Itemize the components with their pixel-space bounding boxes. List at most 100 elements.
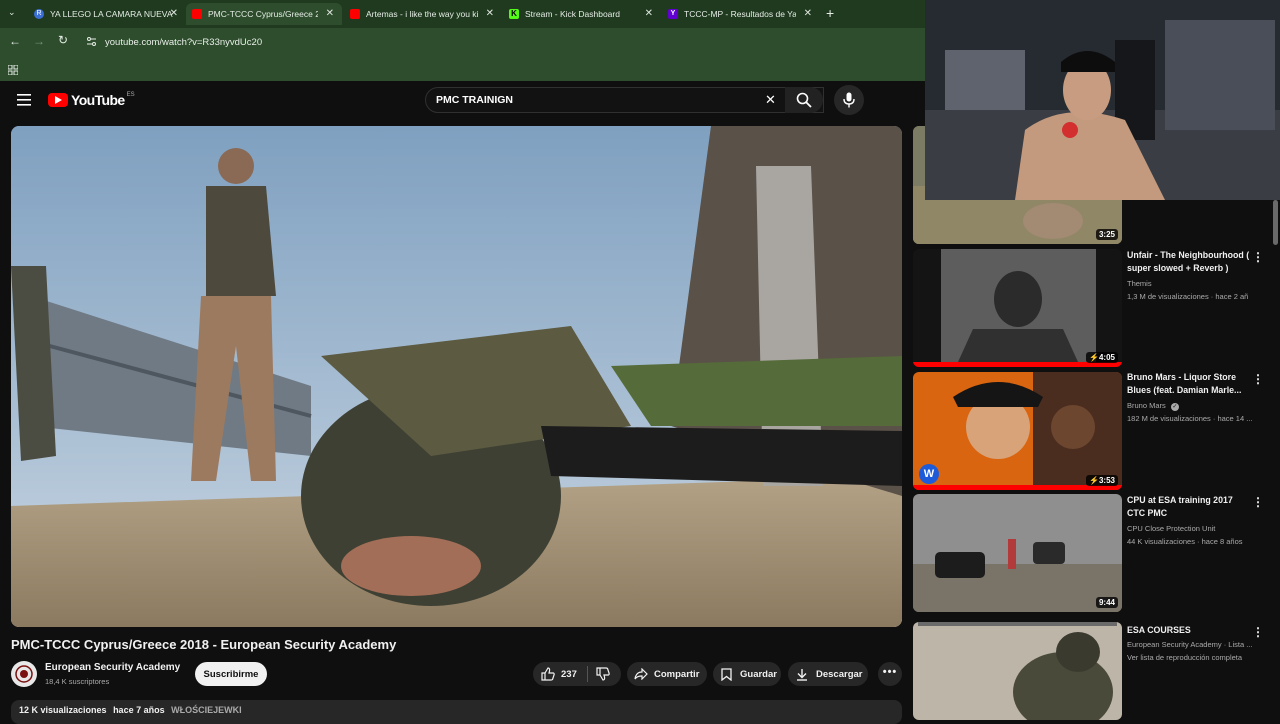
save-button[interactable]: Guardar: [713, 662, 781, 686]
thumbnail-image: [913, 249, 1122, 367]
tab-close-icon[interactable]: ✕: [804, 8, 812, 19]
youtube-favicon-icon: [192, 9, 202, 19]
duration-badge: ⚡4:05: [1086, 352, 1118, 363]
tab-2-active[interactable]: PMC-TCCC Cyprus/Greece 2018 ✕: [186, 3, 342, 25]
rec-menu-icon[interactable]: ⋮: [1252, 250, 1264, 264]
thumbnail-image: [913, 372, 1122, 490]
more-horizontal-icon: •••: [882, 666, 898, 678]
apps-grid-icon[interactable]: [7, 62, 19, 76]
site-info-icon[interactable]: [86, 36, 97, 47]
rec-menu-icon[interactable]: ⋮: [1252, 625, 1264, 639]
channel-avatar[interactable]: [11, 661, 37, 687]
video-frame-image: [11, 126, 902, 627]
voice-search-button[interactable]: [834, 85, 864, 115]
tab-title: Artemas - i like the way you kiss: [366, 9, 478, 19]
location-tag[interactable]: WŁOŚCIEJEWKI: [171, 705, 242, 715]
tab-list-dropdown-icon[interactable]: ⌄: [8, 7, 16, 18]
channel-name[interactable]: European Security Academy: [45, 662, 180, 673]
thumbnail-image: [913, 622, 1122, 720]
shorts-icon: ⚡: [1089, 353, 1099, 362]
view-count: 12 K visualizaciones: [19, 705, 107, 715]
rec-thumbnail-4[interactable]: 9:44: [913, 494, 1122, 612]
thumbs-down-icon: [596, 667, 610, 681]
forward-arrow-icon[interactable]: →: [33, 34, 45, 48]
like-count: 237: [561, 668, 577, 680]
subscriber-count: 18,4 K suscriptores: [45, 677, 110, 686]
url-field[interactable]: youtube.com/watch?v=R33nyvdUc20: [80, 32, 915, 52]
tab-favicon-icon: R: [34, 9, 44, 19]
clear-search-icon[interactable]: ✕: [765, 92, 776, 108]
description-box[interactable]: 12 K visualizaciones hace 7 años WŁOŚCIE…: [11, 700, 902, 724]
esa-logo-icon: [15, 665, 33, 683]
sidebar-scrollbar[interactable]: [1273, 200, 1278, 245]
tab-close-icon[interactable]: ✕: [170, 8, 178, 19]
like-button[interactable]: 237: [533, 667, 587, 681]
rec-channel-5[interactable]: European Security Academy · Lista ...: [1127, 640, 1267, 649]
rec-menu-icon[interactable]: ⋮: [1252, 495, 1264, 509]
youtube-favicon-icon: [350, 9, 360, 19]
tab-5[interactable]: Y TCCC-MP - Resultados de Yahoo ✕: [662, 3, 820, 25]
rec-thumbnail-3[interactable]: W ⚡3:53: [913, 372, 1122, 490]
subscribe-button[interactable]: Suscribirme: [195, 662, 267, 686]
region-code: ES: [126, 92, 135, 98]
tab-close-icon[interactable]: ✕: [486, 8, 494, 19]
thumbnail-image: [913, 494, 1122, 612]
rec-thumbnail-5[interactable]: [913, 622, 1122, 720]
new-tab-plus-icon[interactable]: +: [826, 5, 834, 21]
hamburger-menu-icon[interactable]: [17, 93, 31, 106]
reload-icon[interactable]: ↻: [58, 33, 68, 47]
kick-favicon-icon: K: [509, 9, 519, 19]
rec-meta-2: 1,3 M de visualizaciones · hace 2 añ: [1127, 292, 1249, 301]
rec-title-4[interactable]: CPU at ESA training 2017 CTC PMC: [1127, 494, 1251, 520]
rec-channel-2[interactable]: Themis: [1127, 279, 1267, 288]
rec-meta-4: 44 K visualizaciones · hace 8 años: [1127, 537, 1243, 546]
warner-logo-icon: W: [919, 464, 939, 484]
webcam-overlay: [925, 0, 1280, 200]
rec-title-2[interactable]: Unfair - The Neighbourhood ( super slowe…: [1127, 249, 1251, 275]
youtube-header: YouTube ES PMC TRAINIGN ✕: [0, 81, 925, 119]
share-button[interactable]: Compartir: [627, 662, 707, 686]
rec-menu-icon[interactable]: ⋮: [1252, 372, 1264, 386]
youtube-play-logo-icon: [48, 93, 68, 107]
url-text: youtube.com/watch?v=R33nyvdUc20: [105, 36, 263, 48]
duration-badge: 3:25: [1095, 229, 1118, 240]
tab-title: TCCC-MP - Resultados de Yahoo: [684, 9, 796, 19]
address-bar-row: ← → ↻ youtube.com/watch?v=R33nyvdUc20: [0, 28, 925, 56]
tab-1[interactable]: R YA LLEGO LA CAMARA NUEVA ✕: [28, 3, 186, 25]
download-label: Descargar: [816, 668, 863, 680]
video-player[interactable]: [11, 126, 902, 627]
search-icon: [796, 92, 812, 108]
youtube-wordmark: YouTube: [71, 92, 125, 108]
download-button[interactable]: Descargar: [788, 662, 868, 686]
back-arrow-icon[interactable]: ←: [9, 34, 21, 48]
rec-channel-name: Bruno Mars: [1127, 401, 1166, 410]
tab-title: YA LLEGO LA CAMARA NUEVA: [50, 9, 173, 19]
like-dislike-group: 237: [533, 662, 621, 686]
more-actions-button[interactable]: •••: [878, 662, 902, 686]
rec-channel-4[interactable]: CPU Close Protection Unit: [1127, 524, 1267, 533]
youtube-logo[interactable]: YouTube ES: [48, 92, 135, 108]
upload-date: hace 7 años: [113, 705, 165, 715]
video-title: PMC-TCCC Cyprus/Greece 2018 - European S…: [11, 637, 397, 652]
tab-close-icon[interactable]: ✕: [645, 8, 653, 19]
tab-3[interactable]: Artemas - i like the way you kiss ✕: [344, 3, 502, 25]
rec-title-3[interactable]: Bruno Mars - Liquor Store Blues (feat. D…: [1127, 371, 1251, 397]
bookmark-icon: [721, 667, 732, 681]
rec-channel-3[interactable]: Bruno Mars ✓: [1127, 401, 1267, 411]
save-label: Guardar: [740, 668, 777, 680]
dislike-button[interactable]: [588, 667, 610, 681]
thumbs-up-icon: [541, 667, 555, 681]
tab-title: PMC-TCCC Cyprus/Greece 2018: [208, 9, 318, 19]
shorts-icon: ⚡: [1089, 476, 1099, 485]
verified-check-icon: ✓: [1170, 403, 1179, 411]
bookmarks-bar: [0, 56, 925, 81]
share-arrow-icon: [634, 668, 648, 680]
rec-meta-3: 182 M de visualizaciones · hace 14 ...: [1127, 414, 1253, 423]
rec-meta-5[interactable]: Ver lista de reproducción completa: [1127, 653, 1267, 662]
browser-tab-bar: ⌄ R YA LLEGO LA CAMARA NUEVA ✕ PMC-TCCC …: [0, 0, 925, 28]
search-button[interactable]: [785, 87, 823, 113]
tab-close-icon[interactable]: ✕: [326, 8, 334, 19]
rec-title-5[interactable]: ESA COURSES: [1127, 624, 1251, 637]
tab-4[interactable]: K Stream - Kick Dashboard ✕: [503, 3, 661, 25]
rec-thumbnail-2[interactable]: ⚡4:05: [913, 249, 1122, 367]
